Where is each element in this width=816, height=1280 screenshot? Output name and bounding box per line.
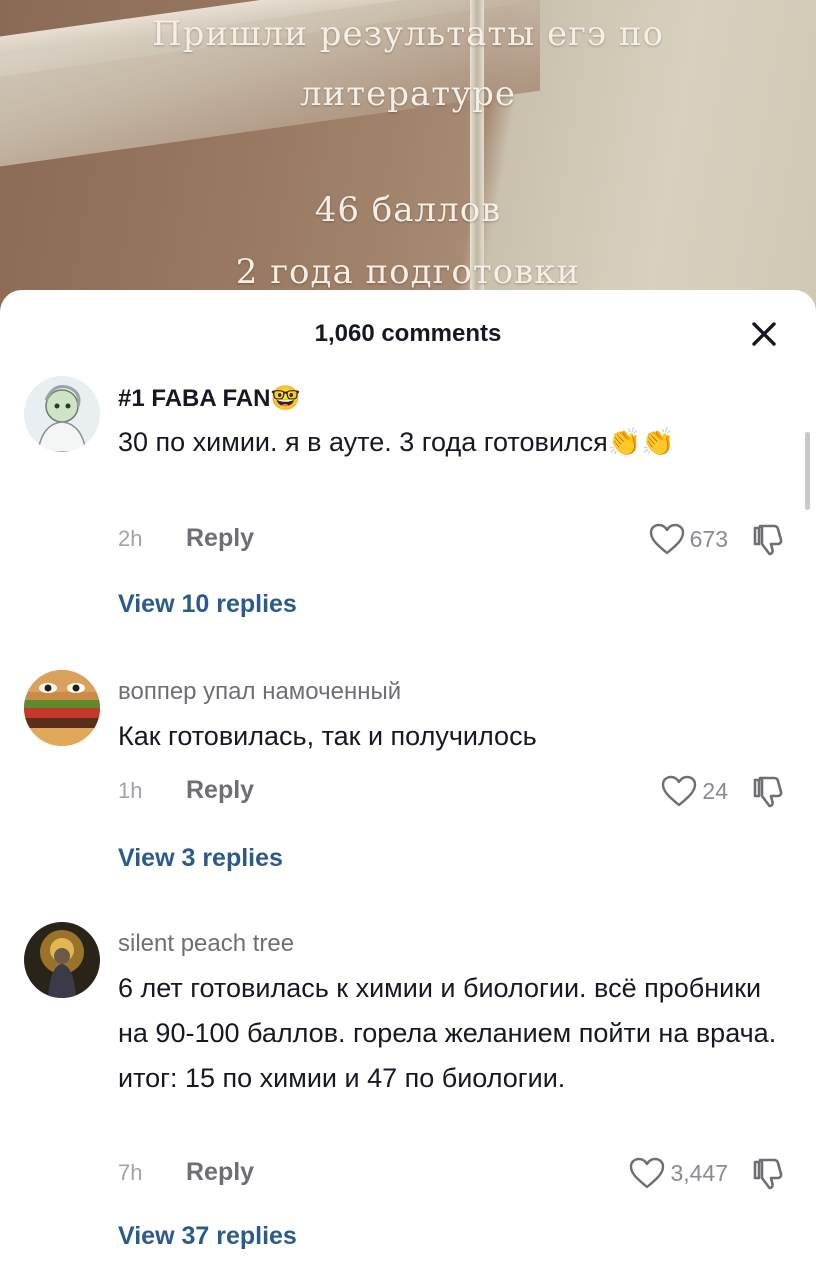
view-replies-button[interactable]: View 37 replies [118, 1222, 297, 1251]
avatar[interactable] [24, 376, 100, 452]
like-count: 24 [702, 777, 728, 804]
comment-meta: 2h Reply 673 [118, 522, 798, 556]
view-replies-button[interactable]: View 3 replies [118, 844, 283, 873]
comment-text: Как готовилась, так и получилось [118, 721, 537, 751]
comment-time: 7h [118, 1160, 143, 1185]
comment-time: 2h [118, 526, 143, 551]
comment-meta: 1h Reply 24 [118, 774, 798, 808]
heart-icon [662, 775, 697, 807]
comment-username[interactable]: воппер упал намоченный [118, 678, 401, 706]
comment-text: 6 лет готовилась к химии и биологии. всё… [118, 973, 777, 1093]
dislike-icon[interactable] [750, 774, 786, 810]
comment-time: 1h [118, 778, 143, 803]
avatar[interactable] [24, 670, 100, 746]
like-button[interactable]: 3,447 [628, 1156, 728, 1190]
video-caption-line-1: Пришли результаты егэ по [152, 14, 664, 54]
reply-button[interactable]: Reply [186, 524, 254, 553]
dislike-icon[interactable] [750, 522, 786, 558]
reply-button[interactable]: Reply [186, 1158, 254, 1187]
close-button[interactable] [748, 318, 780, 350]
comment-username[interactable]: #1 FABA FAN🤓 [118, 384, 300, 413]
comment-username[interactable]: silent peach tree [118, 930, 294, 958]
heart-icon [630, 1157, 665, 1189]
avatar[interactable] [24, 922, 100, 998]
video-background[interactable]: Пришли результаты егэ по литературе 46 б… [0, 0, 816, 330]
comment-meta: 7h Reply 3,447 [118, 1156, 798, 1190]
video-caption-line-3: 46 баллов [314, 190, 502, 230]
comment-text: 30 по химии. я в ауте. 3 года готовился👏… [118, 427, 676, 457]
heart-icon [649, 523, 684, 555]
like-button[interactable]: 24 [660, 774, 728, 808]
like-button[interactable]: 673 [648, 522, 728, 556]
dislike-icon[interactable] [750, 1156, 786, 1192]
reply-button[interactable]: Reply [186, 776, 254, 805]
video-caption-line-2: литературе [300, 74, 516, 114]
comments-header: 1,060 comments [0, 290, 816, 374]
video-caption-line-4: 2 года подготовки [235, 252, 581, 292]
view-replies-button[interactable]: View 10 replies [118, 590, 297, 619]
scrollbar[interactable] [805, 432, 810, 510]
comments-sheet: 1,060 comments #1 FABA FAN🤓 30 по химии.… [0, 290, 816, 1280]
comment-count-title: 1,060 comments [314, 320, 502, 347]
like-count: 673 [689, 525, 728, 552]
like-count: 3,447 [670, 1159, 728, 1186]
close-icon [752, 322, 776, 346]
